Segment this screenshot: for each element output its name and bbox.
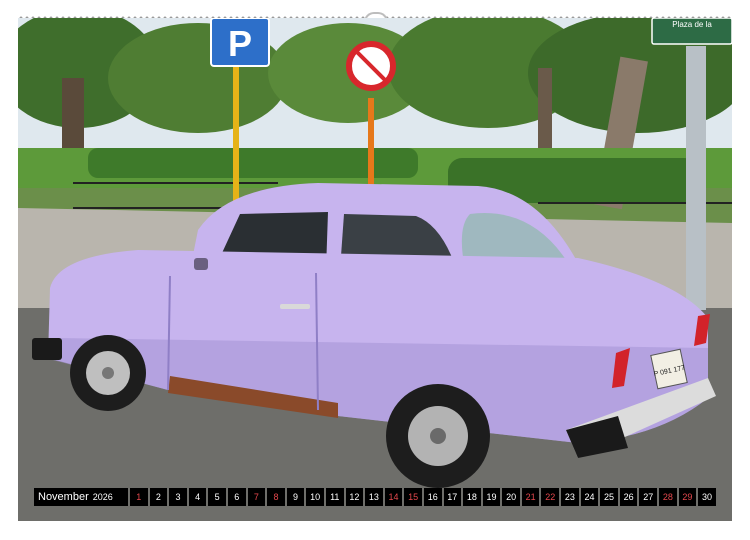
day-cell: 6: [227, 488, 246, 506]
day-cell: 1: [130, 488, 148, 506]
month-name: November: [38, 491, 89, 503]
front-bumper: [32, 338, 62, 360]
door-handle: [280, 304, 310, 309]
side-mirror: [194, 258, 208, 270]
street-sign-pole: [686, 46, 706, 310]
day-cell: 20: [502, 488, 520, 506]
street-sign-text: Plaza de la: [672, 20, 712, 29]
parking-sign-pole: [233, 58, 239, 218]
parking-sign-letter: P: [228, 23, 252, 64]
day-cell: 8: [267, 488, 285, 506]
day-cell: 10: [306, 488, 324, 506]
day-cell: 23: [561, 488, 579, 506]
month-calendar-strip: November 2026 1 2 3 4 5 6 7 8 9 10 11 12 13 14 15 16 17 1…: [34, 488, 716, 506]
vintage-car-scene: P Plaza de la P 091 177: [18, 18, 732, 521]
day-cell: 4: [188, 488, 207, 506]
day-cell: 7: [247, 488, 266, 506]
year: 2026: [92, 492, 113, 502]
day-cell: 29: [678, 488, 697, 506]
day-cell: 5: [208, 488, 226, 506]
day-cell: 16: [423, 488, 442, 506]
car-photo: P Plaza de la P 091 177: [18, 18, 732, 521]
day-cell: 14: [384, 488, 403, 506]
day-cell: 24: [580, 488, 599, 506]
day-cell: 3: [169, 488, 187, 506]
day-cells: 1 2 3 4 5 6 7 8 9 10 11 12 13 14 15 16 17 18 19 20 21 22 23 24 2…: [130, 488, 716, 506]
day-cell: 25: [600, 488, 618, 506]
month-label: November 2026: [34, 488, 128, 506]
day-cell: 17: [443, 488, 462, 506]
day-cell: 11: [325, 488, 344, 506]
no-parking-sign-pole: [368, 98, 374, 198]
day-cell: 12: [345, 488, 364, 506]
day-cell: 18: [463, 488, 481, 506]
day-cell: 27: [639, 488, 658, 506]
day-cell: 15: [404, 488, 422, 506]
day-cell: 28: [659, 488, 677, 506]
day-cell: 30: [698, 488, 716, 506]
day-cell: 2: [149, 488, 168, 506]
day-cell: 19: [482, 488, 501, 506]
day-cell: 22: [541, 488, 560, 506]
day-cell: 21: [521, 488, 540, 506]
day-cell: 13: [365, 488, 383, 506]
day-cell: 26: [619, 488, 638, 506]
calendar-page: P Plaza de la P 091 177 November 2026 1 …: [0, 0, 750, 540]
day-cell: 9: [286, 488, 305, 506]
